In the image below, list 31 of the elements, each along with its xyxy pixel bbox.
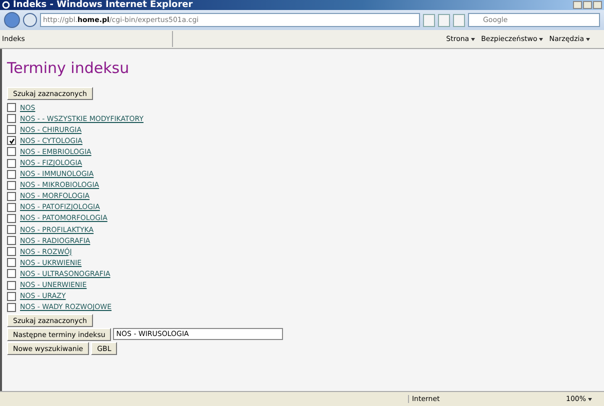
checkbox[interactable]	[7, 269, 16, 278]
checkbox[interactable]	[7, 192, 16, 201]
checkbox[interactable]	[7, 280, 16, 290]
checkbox[interactable]	[7, 302, 16, 312]
checkbox[interactable]	[7, 125, 16, 134]
checkbox[interactable]	[7, 225, 16, 234]
back-button[interactable]	[4, 12, 20, 28]
checkbox[interactable]	[7, 214, 16, 223]
forward-button[interactable]	[23, 13, 37, 27]
page-heading: Terminy indeksu	[7, 59, 130, 77]
window-title: Indeks - Windows Internet Explorer	[13, 0, 193, 10]
checkbox[interactable]	[7, 136, 16, 146]
checkbox[interactable]	[7, 158, 16, 168]
checkbox[interactable]	[7, 170, 16, 179]
checkbox[interactable]	[7, 258, 16, 268]
caret-icon	[586, 38, 590, 40]
checkbox[interactable]	[7, 202, 16, 212]
minimize-button[interactable]	[573, 1, 582, 9]
checkbox[interactable]	[7, 180, 16, 190]
checkbox[interactable]	[7, 292, 16, 301]
maximize-button[interactable]	[583, 1, 592, 9]
close-button[interactable]	[593, 1, 602, 9]
checkbox[interactable]	[7, 236, 16, 246]
caret-icon	[588, 398, 592, 400]
browser-icon	[2, 1, 10, 9]
checkbox[interactable]	[7, 114, 16, 124]
caret-icon	[471, 38, 476, 40]
checkbox[interactable]	[7, 247, 16, 256]
caret-icon	[539, 38, 544, 40]
checkbox[interactable]	[7, 103, 16, 112]
checkbox[interactable]	[7, 147, 16, 156]
